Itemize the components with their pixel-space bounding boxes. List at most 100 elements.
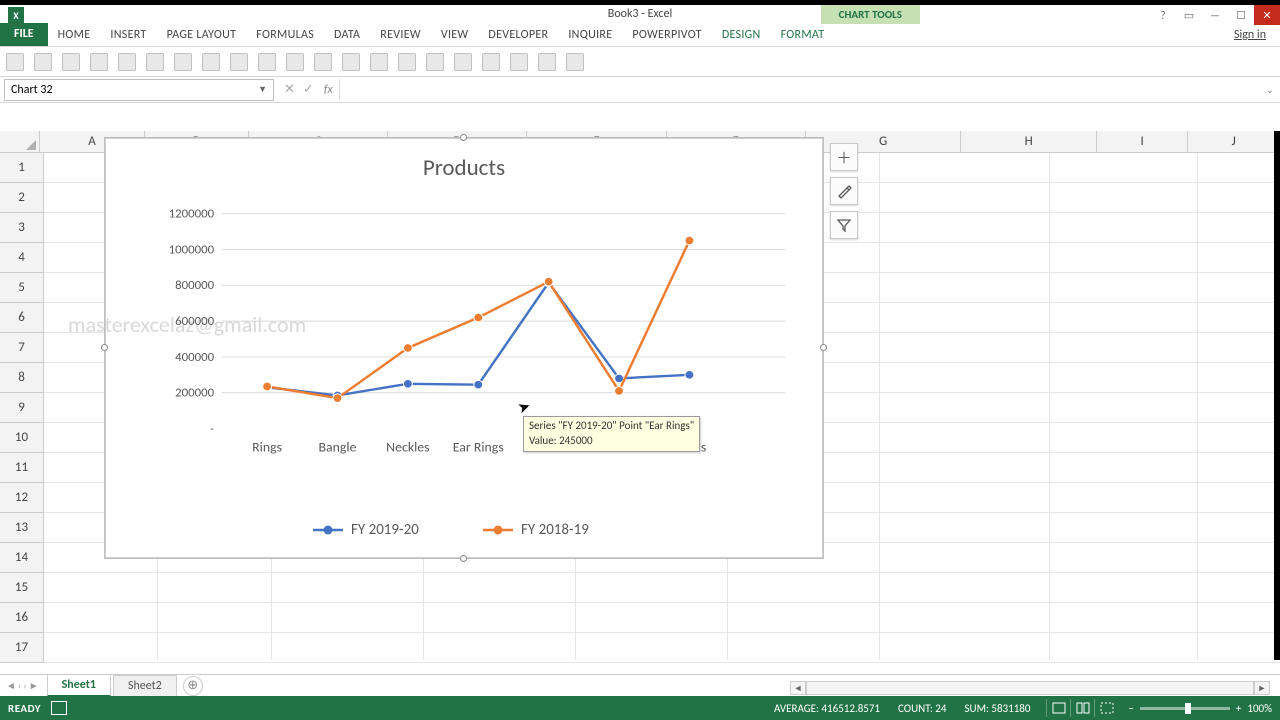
row-header[interactable]: 12 — [0, 483, 44, 513]
name-box[interactable]: Chart 32 ▼ — [4, 79, 274, 101]
tab-powerpivot[interactable]: POWERPIVOT — [622, 24, 711, 46]
qat-icon[interactable] — [342, 53, 360, 71]
sheet-nav-next-icon[interactable]: › — [23, 679, 26, 692]
chart-title[interactable]: Products — [113, 154, 815, 182]
ribbon-display-options-icon[interactable]: ▭ — [1176, 5, 1202, 25]
chevron-down-icon[interactable]: ▼ — [258, 84, 267, 95]
tab-data[interactable]: DATA — [324, 24, 370, 46]
qat-icon[interactable] — [426, 53, 444, 71]
sheet-nav-first-icon[interactable]: ◄ — [6, 679, 16, 692]
qat-icon[interactable] — [146, 53, 164, 71]
tab-home[interactable]: HOME — [48, 24, 101, 46]
column-header[interactable]: J — [1188, 131, 1280, 153]
zoom-out-button[interactable]: − — [1128, 702, 1133, 715]
qat-icon[interactable] — [398, 53, 416, 71]
ribbon-tabs: FILE HOME INSERT PAGE LAYOUT FORMULAS DA… — [0, 23, 1280, 47]
new-sheet-button[interactable]: ⊕ — [183, 676, 203, 696]
qat-icon[interactable] — [202, 53, 220, 71]
resize-handle[interactable] — [820, 344, 827, 351]
svg-text:-: - — [210, 422, 214, 437]
qat-icon[interactable] — [258, 53, 276, 71]
row-header[interactable]: 3 — [0, 213, 44, 243]
qat-icon[interactable] — [454, 53, 472, 71]
view-normal-button[interactable] — [1046, 699, 1070, 717]
sign-in-link[interactable]: Sign in — [1220, 24, 1280, 46]
tab-format[interactable]: FORMAT — [771, 24, 835, 46]
sheet-tab[interactable]: Sheet2 — [113, 675, 177, 696]
tab-view[interactable]: VIEW — [431, 24, 479, 46]
tab-insert[interactable]: INSERT — [100, 24, 156, 46]
row-header[interactable]: 16 — [0, 603, 44, 633]
zoom-slider[interactable] — [1140, 707, 1230, 710]
macro-record-icon[interactable] — [51, 701, 67, 715]
qat-icon[interactable] — [230, 53, 248, 71]
chart-styles-button[interactable] — [830, 177, 858, 205]
row-header[interactable]: 2 — [0, 183, 44, 213]
qat-icon[interactable] — [538, 53, 556, 71]
qat-icon[interactable] — [510, 53, 528, 71]
svg-text:FY 2018-19: FY 2018-19 — [521, 521, 589, 539]
qat-icon[interactable] — [314, 53, 332, 71]
row-header[interactable]: 5 — [0, 273, 44, 303]
qat-icon[interactable] — [34, 53, 52, 71]
tab-file[interactable]: FILE — [0, 22, 48, 46]
scroll-right-icon[interactable]: ► — [1254, 681, 1270, 695]
row-header[interactable]: 10 — [0, 423, 44, 453]
chart-object[interactable]: Products masterexcelaz@gmail.com -200000… — [104, 137, 824, 559]
tab-review[interactable]: REVIEW — [370, 24, 431, 46]
tab-page-layout[interactable]: PAGE LAYOUT — [157, 24, 247, 46]
view-page-layout-button[interactable] — [1070, 699, 1094, 717]
help-icon[interactable]: ? — [1150, 5, 1176, 25]
column-header[interactable]: H — [961, 131, 1097, 153]
expand-formula-bar-icon[interactable]: ⌄ — [1260, 83, 1280, 96]
row-header[interactable]: 14 — [0, 543, 44, 573]
row-header[interactable]: 11 — [0, 453, 44, 483]
column-header[interactable]: I — [1097, 131, 1189, 153]
sheet-tab-active[interactable]: Sheet1 — [47, 674, 111, 697]
row-header[interactable]: 6 — [0, 303, 44, 333]
close-button[interactable]: ✕ — [1254, 5, 1280, 25]
row-header[interactable]: 17 — [0, 633, 44, 663]
minimize-button[interactable]: — — [1202, 5, 1228, 25]
row-header[interactable]: 15 — [0, 573, 44, 603]
qat-icon[interactable] — [174, 53, 192, 71]
qat-icon[interactable] — [62, 53, 80, 71]
select-all-corner[interactable] — [0, 131, 40, 153]
enter-formula-icon[interactable]: ✓ — [303, 82, 314, 97]
qat-icon[interactable] — [118, 53, 136, 71]
filter-icon — [837, 218, 851, 232]
view-page-break-button[interactable] — [1094, 699, 1118, 717]
horizontal-scrollbar[interactable]: ◄ ► — [790, 680, 1270, 696]
zoom-in-button[interactable]: + — [1236, 702, 1241, 715]
row-header[interactable]: 7 — [0, 333, 44, 363]
tab-formulas[interactable]: FORMULAS — [246, 24, 324, 46]
row-header[interactable]: 8 — [0, 363, 44, 393]
resize-handle[interactable] — [460, 134, 467, 141]
row-header[interactable]: 9 — [0, 393, 44, 423]
resize-handle[interactable] — [101, 344, 108, 351]
row-header[interactable]: 4 — [0, 243, 44, 273]
fx-icon[interactable]: fx — [324, 83, 339, 97]
sheet-nav-prev-icon[interactable]: ‹ — [18, 679, 21, 692]
tab-developer[interactable]: DEVELOPER — [478, 24, 558, 46]
qat-icon[interactable] — [370, 53, 388, 71]
tab-design[interactable]: DESIGN — [712, 24, 771, 46]
tooltip-series-point: Series "FY 2019-20" Point "Ear Rings" — [529, 419, 694, 432]
tab-inquire[interactable]: INQUIRE — [558, 24, 622, 46]
sheet-nav-last-icon[interactable]: ► — [29, 679, 39, 692]
row-header[interactable]: 1 — [0, 153, 44, 183]
qat-icon[interactable] — [90, 53, 108, 71]
qat-icon[interactable] — [6, 53, 24, 71]
maximize-button[interactable]: ☐ — [1228, 5, 1254, 25]
formula-bar[interactable] — [339, 79, 1260, 101]
cancel-formula-icon[interactable]: ✕ — [284, 82, 295, 97]
qat-icon[interactable] — [286, 53, 304, 71]
zoom-level[interactable]: 100% — [1247, 702, 1272, 715]
qat-icon[interactable] — [566, 53, 584, 71]
qat-icon[interactable] — [482, 53, 500, 71]
scroll-left-icon[interactable]: ◄ — [790, 681, 806, 695]
chart-filters-button[interactable] — [830, 211, 858, 239]
resize-handle[interactable] — [460, 555, 467, 562]
row-header[interactable]: 13 — [0, 513, 44, 543]
chart-elements-button[interactable]: ＋ — [830, 143, 858, 171]
